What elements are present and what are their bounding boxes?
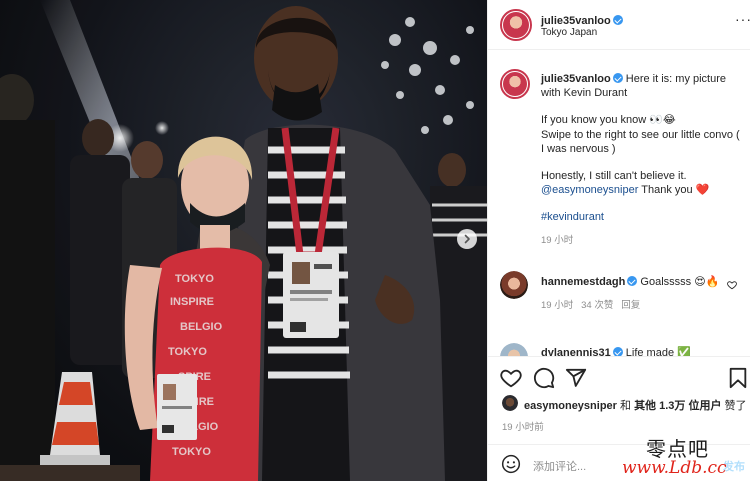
caption-avatar[interactable] xyxy=(500,69,530,99)
mention-link[interactable]: @easymoneysniper xyxy=(541,184,638,196)
post-time[interactable]: 19 小时前 xyxy=(502,419,544,433)
post-location[interactable]: Tokyo Japan xyxy=(541,27,597,38)
more-options-icon[interactable]: ··· xyxy=(735,12,750,26)
caption-line-3: Swipe to the right to see our little con… xyxy=(541,128,740,155)
comment-time[interactable]: 19 小时 xyxy=(541,300,573,311)
paper-plane-icon[interactable] xyxy=(565,367,587,389)
comment-text: Life made ✅ xyxy=(625,347,691,356)
post-photo[interactable]: TOKYOINSPIRE BELGIOTOKYO SPIREINSPIRE BE… xyxy=(0,0,487,481)
caption-line-5: Thank you ❤️ xyxy=(638,184,710,197)
comment-item: hannemestdagh Goalsssss 😍🔥 19 小时 34 次赞 回… xyxy=(541,275,721,313)
caption: julie35vanloo Here it is: my picture wit… xyxy=(541,72,741,248)
commenter-avatar[interactable] xyxy=(500,343,528,356)
comments-list[interactable]: julie35vanloo Here it is: my picture wit… xyxy=(488,51,750,356)
author-username[interactable]: julie35vanloo xyxy=(541,15,611,27)
verified-badge-icon xyxy=(612,347,623,356)
liker-username[interactable]: easymoneysniper xyxy=(524,400,617,412)
verified-badge-icon xyxy=(627,276,638,286)
author-avatar[interactable] xyxy=(500,9,532,41)
smiley-icon[interactable] xyxy=(501,454,521,474)
comment-like-heart-icon[interactable] xyxy=(727,280,737,290)
comment-meta: 19 小时 34 次赞 回复 xyxy=(541,299,721,314)
comment-input[interactable]: 添加评论... xyxy=(533,458,586,474)
liker-avatar[interactable] xyxy=(502,395,518,411)
post-header: julie35vanloo Tokyo Japan ··· xyxy=(488,0,750,50)
caption-line-2: If you know you know 👀😂 xyxy=(541,114,676,127)
heart-icon[interactable] xyxy=(500,367,522,389)
photo-illustration: TOKYOINSPIRE BELGIOTOKYO SPIREINSPIRE BE… xyxy=(0,0,487,481)
watermark-url: www.Ldb.cc xyxy=(622,458,727,478)
caption-username[interactable]: julie35vanloo xyxy=(541,73,611,85)
commenter-avatar[interactable] xyxy=(500,271,528,299)
comment-username[interactable]: hannemestdagh xyxy=(541,276,625,288)
likes-suffix: 赞了 xyxy=(724,400,747,412)
likes-and: 和 xyxy=(620,400,631,412)
comment-username[interactable]: dylanennis31 xyxy=(541,347,611,356)
comment-icon[interactable] xyxy=(533,367,555,389)
verified-badge-icon xyxy=(612,73,623,83)
caption-line-4: Honestly, I still can't believe it. xyxy=(541,170,687,183)
caption-time[interactable]: 19 小时 xyxy=(541,235,573,246)
verified-badge-icon xyxy=(612,15,623,25)
chevron-right-icon xyxy=(464,234,470,244)
likes-summary: easymoneysniper 和 其他 1.3万 位用户 赞了 xyxy=(524,397,747,413)
carousel-next-button[interactable] xyxy=(457,229,477,249)
bookmark-icon[interactable] xyxy=(728,367,748,389)
comment-likes[interactable]: 34 次赞 xyxy=(581,300,613,311)
post-detail-panel: julie35vanloo Tokyo Japan ··· julie35van… xyxy=(487,0,750,481)
hashtag-link[interactable]: #kevindurant xyxy=(541,211,604,223)
comment-text: Goalsssss 😍🔥 xyxy=(640,276,720,288)
comment-reply-button[interactable]: 回复 xyxy=(621,300,640,311)
comment-item: dylanennis31 Life made ✅ xyxy=(541,346,691,356)
likes-others[interactable]: 其他 1.3万 位用户 xyxy=(634,400,721,412)
